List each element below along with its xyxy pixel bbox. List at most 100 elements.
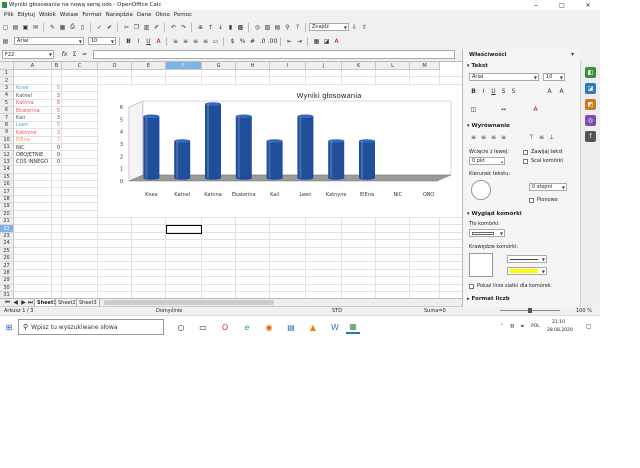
font-color-icon[interactable]: A [332, 37, 341, 46]
row-header-7[interactable]: 7 [0, 114, 14, 122]
menu-format[interactable]: Format [82, 12, 101, 18]
open-icon[interactable]: ▤ [11, 23, 20, 32]
currency-icon[interactable]: $ [228, 37, 237, 46]
hyperlink-icon[interactable]: ⊕ [196, 23, 205, 32]
row-header-25[interactable]: 25 [0, 247, 14, 255]
row-header-30[interactable]: 30 [0, 284, 14, 292]
help-icon[interactable]: ? [293, 23, 302, 32]
tray-chevron-icon[interactable]: ⌃ [500, 324, 504, 329]
menu-okno[interactable]: Okno [155, 12, 169, 18]
sidebar-shadow-icon[interactable]: S [509, 87, 518, 96]
styles-deck-icon[interactable]: ◪ [585, 83, 596, 94]
windows-start-icon[interactable]: ⊞ [2, 320, 16, 334]
row-header-22[interactable]: 22 [0, 225, 14, 233]
column-header-j[interactable]: J [306, 62, 342, 70]
text-section-header[interactable]: ▾ Tekst [467, 62, 579, 70]
sidebar-underline-icon[interactable]: U [489, 87, 498, 96]
chart-icon[interactable]: ▮ [226, 23, 235, 32]
task-view-icon[interactable]: ▭ [196, 320, 210, 334]
row-header-17[interactable]: 17 [0, 188, 14, 196]
row-header-4[interactable]: 4 [0, 92, 14, 100]
cell-name[interactable]: COŚ INNEGO [16, 158, 51, 166]
rotation-dial[interactable] [471, 180, 491, 200]
column-header-m[interactable]: M [410, 62, 440, 70]
zoom-slider-handle[interactable] [528, 308, 532, 313]
sidebar-valign-middle-icon[interactable]: ≡ [537, 133, 546, 142]
row-header-18[interactable]: 18 [0, 195, 14, 204]
sidebar-menu-icon[interactable]: ▾ [568, 50, 577, 59]
menu-narzedzia[interactable]: Narzędzia [106, 12, 133, 18]
gallery-icon[interactable]: ▧ [263, 23, 272, 32]
font-color-icon[interactable]: A [154, 37, 163, 46]
name-box[interactable]: F22 ▼ [2, 50, 54, 59]
cortana-icon[interactable]: ○ [174, 320, 188, 334]
formula-input[interactable] [93, 50, 455, 59]
sidebar-font-color-icon[interactable]: A [531, 105, 540, 114]
underline-icon[interactable]: U [144, 37, 153, 46]
find-up-icon[interactable]: ⇧ [360, 23, 369, 32]
sidebar-strike-icon[interactable]: S [499, 87, 508, 96]
row-header-26[interactable]: 26 [0, 255, 14, 263]
menu-wstaw[interactable]: Wstaw [60, 12, 78, 18]
find-combo[interactable]: Znajdź ▼ [309, 23, 349, 31]
bold-icon[interactable]: B [124, 37, 133, 46]
row-header-13[interactable]: 13 [0, 158, 14, 167]
cut-icon[interactable]: ✂ [122, 23, 131, 32]
sort-desc-icon[interactable]: ↓ [216, 23, 225, 32]
navigator-icon[interactable]: ◎ [253, 23, 262, 32]
format-paintbrush-icon[interactable]: ✐ [152, 23, 161, 32]
line-style-picker[interactable]: ▼ [507, 255, 547, 263]
column-header-e[interactable]: E [132, 62, 166, 70]
column-header-f[interactable]: F [166, 62, 202, 70]
row-header-23[interactable]: 23 [0, 232, 14, 241]
selection-mode[interactable]: STD [332, 308, 342, 314]
paste-icon[interactable]: ▥ [142, 23, 151, 32]
email-icon[interactable]: ✉ [31, 23, 40, 32]
sidebar-valign-top-icon[interactable]: ⊤ [527, 133, 536, 142]
sidebar-shrink-font-icon[interactable]: A [557, 87, 566, 96]
sum-icon[interactable]: Σ [70, 50, 79, 59]
spellcheck-icon[interactable]: ✓ [95, 23, 104, 32]
add-decimal-icon[interactable]: .0 [258, 37, 267, 46]
copy-icon[interactable]: ❐ [132, 23, 141, 32]
clock-date[interactable]: 28.08.2020 [547, 328, 573, 333]
border-style-picker[interactable] [469, 253, 493, 277]
sidebar-align-left-icon[interactable]: ≡ [469, 133, 478, 142]
volume-icon[interactable]: ◄ [520, 324, 523, 329]
sidebar-valign-bottom-icon[interactable]: ⊥ [547, 133, 556, 142]
edit-icon[interactable]: ✎ [48, 23, 57, 32]
chart-object[interactable]: Wyniki głosowania 0 1 2 3 4 5 6 Knee Katnel Katnn… [99, 85, 463, 217]
number-format-header[interactable]: ▸ Format liczb [467, 295, 579, 303]
styles-icon[interactable]: ▤ [1, 37, 10, 46]
sidebar-justify-icon[interactable]: ≡ [499, 133, 508, 142]
sidebar-highlight-icon[interactable]: ◫ [469, 105, 478, 114]
menu-plik[interactable]: Plik [4, 12, 14, 18]
increase-indent-icon[interactable]: ⇥ [295, 37, 304, 46]
autospell-icon[interactable]: ✔ [105, 23, 114, 32]
pivot-icon[interactable]: ▩ [236, 23, 245, 32]
sidebar-align-right-icon[interactable]: ≡ [489, 133, 498, 142]
datasource-icon[interactable]: ▤ [273, 23, 282, 32]
background-color-icon[interactable]: ◪ [322, 37, 331, 46]
column-header-i[interactable]: I [270, 62, 306, 70]
sidebar-spacing-icon[interactable]: ↔ [499, 105, 508, 114]
close-button[interactable]: ✕ [578, 0, 598, 10]
align-right-icon[interactable]: ≡ [191, 37, 200, 46]
merge-cells-icon[interactable]: ▭ [211, 37, 220, 46]
row-header-14[interactable]: 14 [0, 166, 14, 174]
indent-spinner[interactable]: 0 pkt ▴ [469, 157, 505, 165]
row-header-28[interactable]: 28 [0, 269, 14, 278]
cell-value[interactable]: 0 [52, 158, 60, 166]
notifications-icon[interactable]: ▢ [586, 323, 592, 330]
row-header-11[interactable]: 11 [0, 144, 14, 152]
column-header-h[interactable]: H [236, 62, 270, 70]
column-header-a[interactable]: A [14, 62, 52, 70]
row-header-21[interactable]: 21 [0, 218, 14, 226]
row-header-20[interactable]: 20 [0, 210, 14, 218]
align-center-icon[interactable]: ≡ [181, 37, 190, 46]
cell-appearance-header[interactable]: ▾ Wygląd komórki [467, 210, 579, 218]
column-header-g[interactable]: G [202, 62, 236, 70]
menu-dane[interactable]: Dane [137, 12, 151, 18]
sidebar-size-combo[interactable]: 10 ▼ [543, 73, 565, 81]
function-equals-icon[interactable]: = [80, 50, 89, 59]
